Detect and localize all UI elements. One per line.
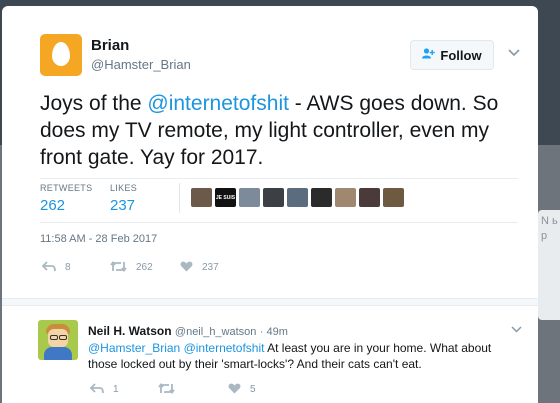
retweet-action[interactable]: 262 <box>110 260 153 275</box>
chevron-down-icon[interactable] <box>511 322 522 336</box>
liker-avatar[interactable] <box>287 188 308 207</box>
reply-icon <box>41 260 56 275</box>
reply-author-avatar[interactable] <box>38 320 78 360</box>
liker-avatar[interactable] <box>383 188 404 207</box>
liker-avatar[interactable] <box>311 188 332 207</box>
reply-action[interactable]: 8 <box>41 260 71 275</box>
background-card-text: N ь р <box>541 215 558 242</box>
avatar-glasses <box>59 335 67 340</box>
tweet-header: Brian @Hamster_Brian Follow <box>40 34 530 84</box>
heart-icon <box>180 260 193 275</box>
tweet-stats: RETWEETS 262 LIKES 237 JE SUIS <box>40 183 520 223</box>
retweet-icon <box>110 260 127 275</box>
liker-avatar[interactable] <box>263 188 284 207</box>
retweet-icon <box>158 382 175 397</box>
retweet-count: 262 <box>136 262 153 273</box>
background-card: N ь р <box>538 210 560 320</box>
reply-author-handle[interactable]: @neil_h_watson <box>175 326 257 338</box>
liker-avatar[interactable] <box>359 188 380 207</box>
liker-avatar[interactable]: JE SUIS <box>215 188 236 207</box>
liker-avatar[interactable] <box>239 188 260 207</box>
tweet-timestamp[interactable]: 11:58 AM - 28 Feb 2017 <box>40 233 157 245</box>
heart-icon <box>228 382 241 397</box>
retweets-stat[interactable]: RETWEETS 262 <box>40 183 92 214</box>
reply-icon <box>89 382 104 397</box>
chevron-down-icon[interactable] <box>508 44 520 60</box>
reply-like-action[interactable]: 5 <box>228 382 256 397</box>
reply-mention-link[interactable]: @Hamster_Brian <box>88 341 180 355</box>
add-user-icon <box>422 48 436 62</box>
tweet-permalink-modal: Brian @Hamster_Brian Follow Joys of the … <box>2 6 538 403</box>
liker-avatar[interactable] <box>335 188 356 207</box>
reply-header: Neil H. Watson @neil_h_watson · 49m <box>88 324 288 338</box>
author-name[interactable]: Brian <box>91 37 129 54</box>
avatar-glasses <box>50 335 58 340</box>
tweet-text: Joys of the @internetofshit - AWS goes d… <box>40 90 530 171</box>
like-count: 237 <box>202 262 219 273</box>
avatar-body <box>44 347 72 360</box>
reply-count: 8 <box>65 262 71 273</box>
author-handle[interactable]: @Hamster_Brian <box>91 57 191 72</box>
reply-time[interactable]: · 49m <box>260 326 288 338</box>
reply-author-name[interactable]: Neil H. Watson <box>88 324 172 338</box>
reply-retweet-action[interactable] <box>158 382 175 397</box>
reply-reply-action[interactable]: 1 <box>89 382 119 397</box>
liker-avatar[interactable] <box>191 188 212 207</box>
retweets-label: RETWEETS <box>40 183 93 193</box>
reply-like-count: 5 <box>250 384 256 395</box>
egg-icon <box>52 42 70 66</box>
like-action[interactable]: 237 <box>180 260 219 275</box>
stats-divider <box>179 183 180 213</box>
likes-label: LIKES <box>110 183 138 193</box>
tweet-mention-link[interactable]: @internetofshit <box>147 92 289 115</box>
divider <box>40 222 518 223</box>
retweets-count: 262 <box>40 197 66 214</box>
reply-mention-link[interactable]: @internetofshit <box>184 341 265 355</box>
likes-stat[interactable]: LIKES 237 <box>110 183 137 214</box>
liker-avatars: JE SUIS <box>191 188 404 207</box>
follow-label: Follow <box>440 47 482 63</box>
reply-text: @Hamster_Brian @internetofshit At least … <box>88 340 508 372</box>
replies-separator <box>2 298 538 306</box>
tweet-text-start: Joys of the <box>40 92 148 115</box>
author-avatar[interactable] <box>40 34 82 76</box>
reply-reply-count: 1 <box>113 384 119 395</box>
divider <box>40 178 518 179</box>
follow-button[interactable]: Follow <box>410 40 494 70</box>
likes-count: 237 <box>110 197 136 214</box>
